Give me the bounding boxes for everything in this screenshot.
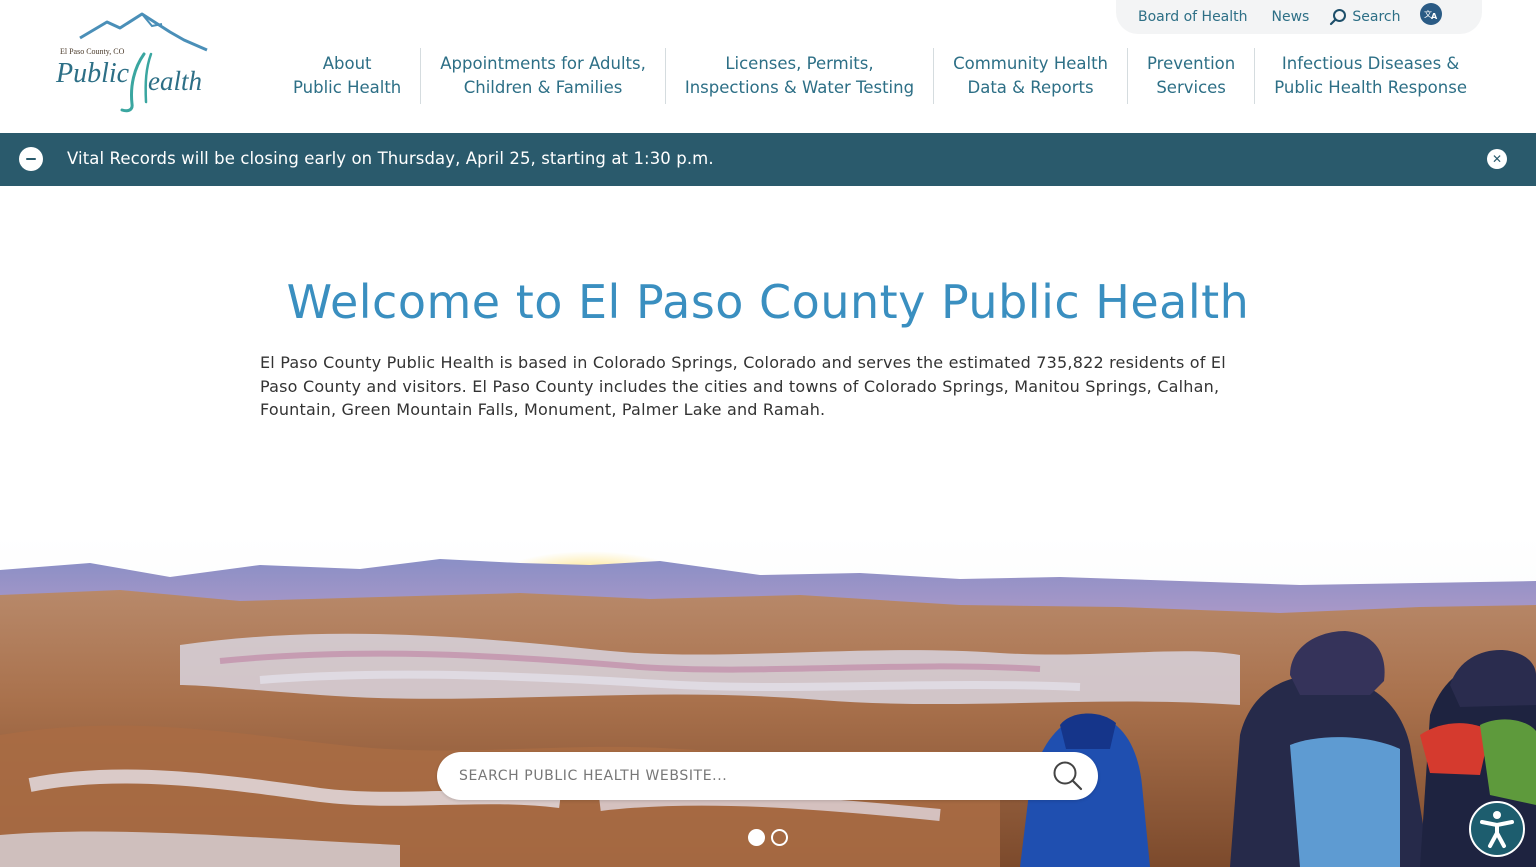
nav-about-line1: About <box>322 54 372 73</box>
translate-icon: 文 A <box>1424 9 1438 21</box>
nav-community-health[interactable]: Community Health Data & Reports <box>934 48 1128 104</box>
mountain-logo-icon: El Paso County, CO Public ealth <box>55 12 208 113</box>
nav-appointments-line1: Appointments for Adults, <box>440 54 646 73</box>
nav-licenses-line1: Licenses, Permits, <box>725 54 874 73</box>
accessibility-button[interactable] <box>1469 801 1525 857</box>
nav-community-health-line2: Data & Reports <box>967 78 1094 97</box>
page-title: Welcome to El Paso County Public Health <box>286 275 1250 329</box>
nav-licenses-line2: Inspections & Water Testing <box>684 78 915 97</box>
svg-text:A: A <box>1431 12 1438 21</box>
carousel-pagination <box>748 829 788 846</box>
translate-button[interactable]: 文 A <box>1420 3 1443 25</box>
nav-community-health-line1: Community Health <box>953 54 1108 73</box>
news-link[interactable]: News <box>1272 9 1310 25</box>
minus-icon <box>26 157 36 161</box>
nav-prevention[interactable]: Prevention Services <box>1128 48 1256 104</box>
nav-infectious-diseases-line2: Public Health Response <box>1274 78 1467 97</box>
alert-close-button[interactable]: ✕ <box>1487 149 1507 169</box>
nav-about-line2: Public Health <box>293 78 402 97</box>
logo-county-line: El Paso County, CO <box>60 47 125 56</box>
carousel-dot-2[interactable] <box>771 829 788 846</box>
nav-licenses[interactable]: Licenses, Permits, Inspections & Water Te… <box>666 48 935 104</box>
nav-appointments-line2: Children & Families <box>463 78 623 97</box>
svg-text:ealth: ealth <box>148 66 202 96</box>
utility-bar: Board of Health News Search 文 A <box>1116 0 1482 34</box>
hero-landscape-image <box>0 535 1536 867</box>
alert-banner: Vital Records will be closing early on T… <box>0 133 1536 186</box>
utility-search-label: Search <box>1352 9 1401 25</box>
nav-prevention-line1: Prevention <box>1147 54 1236 73</box>
accessibility-icon <box>1480 811 1514 848</box>
site-logo[interactable]: El Paso County, CO Public ealth Public H… <box>52 10 222 118</box>
site-search-button[interactable] <box>1038 752 1098 800</box>
site-search-input[interactable] <box>437 752 1038 800</box>
hero-banner <box>0 535 1536 867</box>
site-search-bar <box>437 752 1098 800</box>
carousel-dot-1[interactable] <box>748 829 765 846</box>
utility-search-link[interactable]: Search <box>1329 8 1400 26</box>
nav-prevention-line2: Services <box>1156 78 1226 97</box>
intro-paragraph: El Paso County Public Health is based in… <box>260 353 1226 419</box>
nav-appointments[interactable]: Appointments for Adults, Children & Famil… <box>421 48 666 104</box>
alert-text: Vital Records will be closing early on T… <box>67 149 714 168</box>
nav-infectious-diseases-line1: Infectious Diseases & <box>1281 54 1460 73</box>
search-icon <box>1330 9 1347 26</box>
svg-text:Public: Public <box>55 58 130 89</box>
logo-wordmark: Public Health <box>222 10 223 11</box>
search-icon <box>1053 761 1083 791</box>
alert-collapse-button[interactable] <box>19 147 43 171</box>
board-of-health-link[interactable]: Board of Health <box>1138 9 1248 25</box>
nav-about[interactable]: About Public Health <box>274 48 422 104</box>
close-icon: ✕ <box>1491 152 1503 166</box>
nav-infectious-diseases[interactable]: Infectious Diseases & Public Health Respo… <box>1255 48 1486 104</box>
main-nav: About Public Health Appointments for Adul… <box>274 48 1486 104</box>
